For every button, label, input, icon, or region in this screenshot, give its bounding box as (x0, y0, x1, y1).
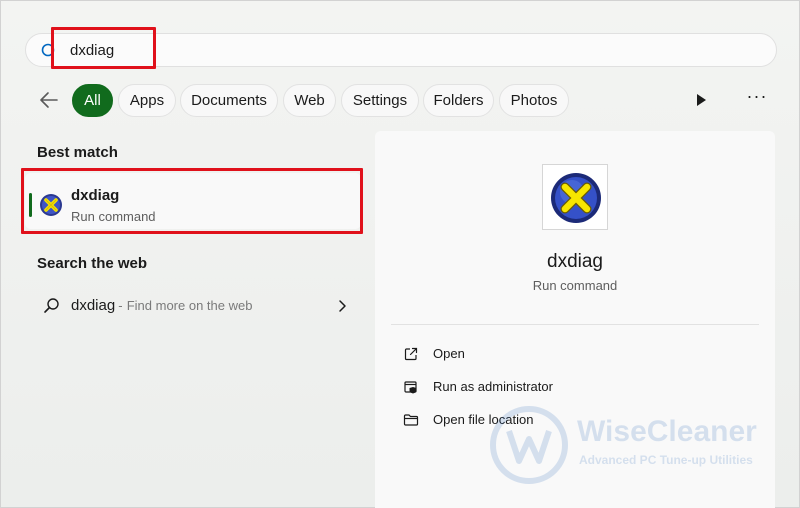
action-open[interactable]: Open (391, 340, 759, 368)
more-options-icon[interactable]: ··· (745, 87, 769, 109)
search-icon (41, 43, 55, 57)
wisecleaner-logo-icon (490, 406, 568, 484)
filter-settings-label: Settings (352, 92, 408, 109)
search-box[interactable]: dxdiag (25, 33, 777, 67)
app-icon-tile (542, 164, 608, 230)
web-search-result[interactable]: dxdiag - Find more on the web (25, 289, 361, 323)
folder-icon (403, 414, 419, 426)
filter-web-label: Web (294, 92, 325, 109)
chevron-right-icon (339, 300, 346, 312)
filter-all-label: All (84, 92, 101, 109)
start-menu-search-window: dxdiag All Apps Documents Web Settings F… (0, 0, 800, 508)
selection-indicator (29, 193, 32, 217)
open-external-icon (404, 347, 418, 361)
detail-title: dxdiag (547, 251, 603, 272)
best-match-subtitle: Run command (71, 209, 156, 224)
web-search-icon (44, 298, 59, 313)
web-result-separator: - (118, 298, 123, 313)
web-result-hint: Find more on the web (126, 298, 253, 313)
search-web-heading: Search the web (37, 255, 148, 272)
play-icon[interactable] (694, 93, 708, 107)
filter-documents-label: Documents (191, 92, 267, 109)
filter-documents[interactable]: Documents (180, 84, 278, 117)
filter-apps-label: Apps (129, 92, 165, 109)
filter-folders-label: Folders (433, 92, 484, 109)
directx-icon (551, 173, 601, 223)
best-match-result[interactable]: dxdiag Run command (25, 173, 361, 229)
best-match-title: dxdiag (71, 187, 120, 204)
back-arrow-icon[interactable] (37, 89, 61, 111)
filter-settings[interactable]: Settings (341, 84, 419, 117)
filter-all[interactable]: All (72, 84, 113, 117)
directx-icon (40, 194, 62, 216)
web-result-text: dxdiag - Find more on the web (71, 297, 252, 314)
action-run-as-admin[interactable]: Run as administrator (391, 373, 759, 401)
shield-icon (404, 381, 417, 394)
filter-photos[interactable]: Photos (499, 84, 569, 117)
filter-web[interactable]: Web (283, 84, 336, 117)
wisecleaner-watermark: WiseCleaner Advanced PC Tune-up Utilitie… (489, 405, 789, 485)
filter-photos-label: Photos (510, 92, 558, 109)
filter-apps[interactable]: Apps (118, 84, 176, 117)
detail-subtitle: Run command (532, 278, 618, 293)
filter-folders[interactable]: Folders (423, 84, 494, 117)
search-input[interactable]: dxdiag (70, 42, 114, 59)
best-match-heading: Best match (37, 144, 118, 161)
divider (391, 324, 759, 325)
action-run-as-admin-label: Run as administrator (433, 379, 553, 394)
web-result-query: dxdiag (71, 297, 116, 314)
watermark-brand: WiseCleaner (577, 415, 757, 448)
action-open-label: Open (433, 346, 465, 361)
watermark-tagline: Advanced PC Tune-up Utilities (579, 453, 753, 467)
